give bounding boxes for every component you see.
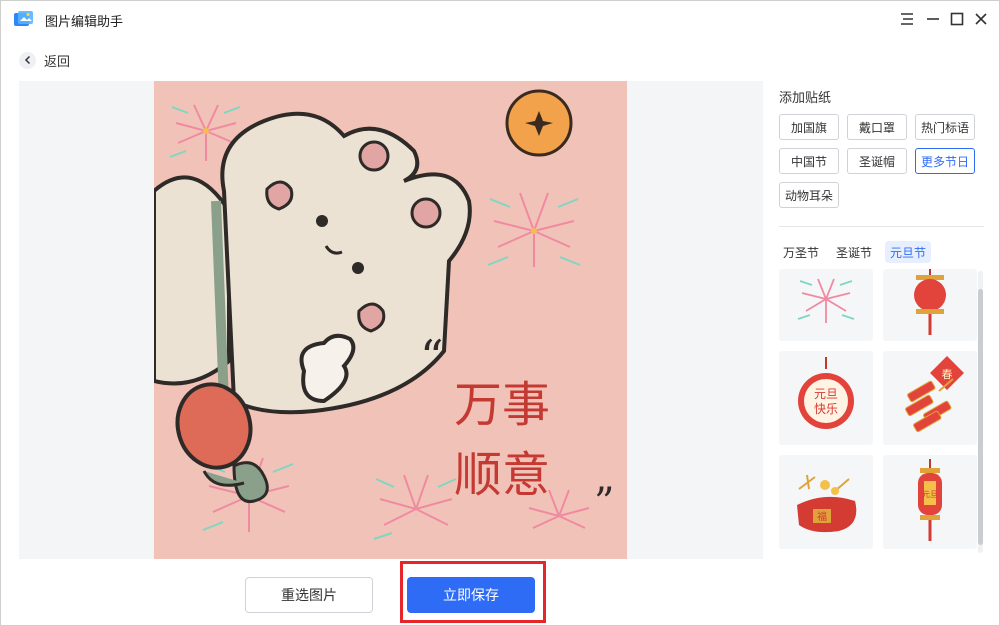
category-chip-chinese-festival[interactable]: 中国节 [779, 148, 839, 174]
save-now-button[interactable]: 立即保存 [407, 577, 535, 613]
subtab-new-year[interactable]: 元旦节 [885, 241, 931, 263]
fireworks-sticker[interactable] [779, 269, 873, 341]
lantern-text: 元旦 [922, 490, 938, 499]
panel-title: 添加贴纸 [779, 91, 832, 106]
app-title: 图片编辑助手 [45, 15, 124, 30]
yuandan-medallion-sticker[interactable]: 元旦 快乐 [779, 351, 873, 445]
back-button[interactable]: 返回 [19, 50, 70, 70]
yuandan-lantern-sticker[interactable]: 元旦 [883, 455, 977, 549]
sticker-scrollbar[interactable] [978, 271, 983, 553]
reselect-image-button[interactable]: 重选图片 [245, 577, 373, 613]
category-chip-santa-hat[interactable]: 圣诞帽 [847, 148, 907, 174]
sticker-panel: 添加贴纸 加国旗 戴口罩 热门标语 中国节 圣诞帽 更多节日 动物耳朵 万圣节 … [779, 81, 989, 561]
app-window: 图片编辑助手 返回 “ 万事 顺意 ” 添加贴纸 加国旗 戴口罩 热门标语 中国… [0, 0, 1000, 626]
medallion-text-2: 快乐 [814, 402, 838, 416]
chevron-left-icon [19, 51, 36, 69]
fortune-bag-sticker[interactable]: 福 [779, 455, 873, 549]
lantern-sticker[interactable] [883, 269, 977, 341]
scrollbar-thumb[interactable] [978, 289, 983, 545]
caption-line-2: 顺意 [454, 447, 550, 503]
category-chip-slogans[interactable]: 热门标语 [915, 114, 975, 140]
back-label: 返回 [44, 54, 71, 70]
medallion-text-1: 元旦 [814, 387, 838, 401]
category-chip-mask[interactable]: 戴口罩 [847, 114, 907, 140]
caption-quote-close: ” [594, 480, 614, 526]
close-icon[interactable] [971, 9, 991, 29]
category-chip-more-festivals[interactable]: 更多节日 [915, 148, 975, 174]
subtab-christmas[interactable]: 圣诞节 [832, 241, 876, 263]
edited-picture[interactable]: “ 万事 顺意 ” [154, 81, 627, 559]
menu-icon[interactable] [897, 9, 917, 29]
category-chip-flag[interactable]: 加国旗 [779, 114, 839, 140]
subtab-halloween[interactable]: 万圣节 [779, 241, 823, 263]
caption-quote-open: “ [420, 330, 444, 384]
firecracker-sticker[interactable]: 春 [883, 351, 977, 445]
category-chip-animal-ears[interactable]: 动物耳朵 [779, 182, 839, 208]
editor-canvas: “ 万事 顺意 ” [19, 81, 763, 559]
app-logo-icon [14, 11, 33, 26]
minimize-icon[interactable] [923, 9, 943, 29]
panel-divider [779, 226, 984, 227]
caption-line-1: 万事 [454, 377, 550, 433]
maximize-icon[interactable] [947, 9, 967, 29]
firecracker-text: 春 [942, 368, 953, 381]
bag-text: 福 [817, 510, 827, 523]
title-bar: 图片编辑助手 [1, 1, 999, 39]
